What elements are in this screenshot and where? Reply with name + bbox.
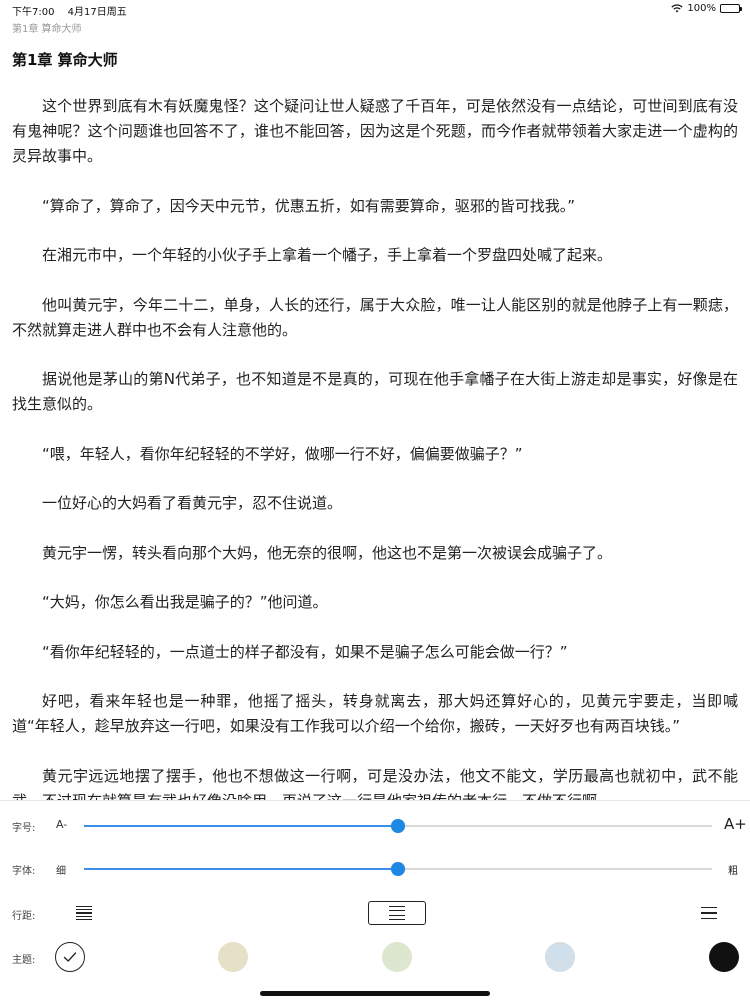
theme-row: 主题:: [0, 941, 750, 973]
paragraph: 黄元宇远远地摆了摆手，他也不想做这一行啊，可是没办法，他文不能文，学历最高也就初…: [12, 766, 738, 803]
theme-green-swatch[interactable]: [382, 942, 412, 972]
line-spacing-row: 行距:: [0, 899, 750, 927]
font-size-row: 字号: A- A+: [0, 815, 750, 834]
font-decrease-button[interactable]: A-: [56, 818, 67, 831]
font-size-slider[interactable]: [84, 819, 712, 833]
paragraph: 据说他是茅山的第N代弟子，也不知道是不是真的，可现在他手拿幡子在大街上游走却是事…: [12, 370, 738, 413]
home-indicator[interactable]: [260, 991, 490, 996]
wifi-icon: [671, 4, 684, 13]
battery-percent: 100%: [687, 3, 716, 14]
line-spacing-loose[interactable]: [680, 901, 738, 925]
font-thin-label: 细: [56, 866, 66, 877]
reading-content[interactable]: 这个世界到底有木有妖魔鬼怪？这个疑问让世人疑惑了千百年，可是依然没有一点结论，可…: [12, 94, 738, 802]
theme-beige-swatch[interactable]: [218, 942, 248, 972]
status-bar: 下午7:00 4月17日周五 100%: [0, 0, 750, 20]
line-spacing-loose-icon: [701, 907, 717, 919]
paragraph: “算命了，算命了，因今天中元节，优惠五折，如有需要算命，驱邪的皆可找我。”: [42, 196, 576, 215]
status-time: 下午7:00: [12, 7, 55, 18]
line-spacing-normal[interactable]: [368, 901, 426, 925]
line-spacing-label: 行距:: [12, 911, 36, 922]
font-weight-slider[interactable]: [84, 862, 712, 876]
paragraph: 这个世界到底有木有妖魔鬼怪？这个疑问让世人疑惑了千百年，可是依然没有一点结论，可…: [12, 97, 738, 165]
font-bold-label: 粗: [728, 866, 738, 877]
font-weight-label: 字体:: [12, 866, 36, 877]
status-date: 4月17日周五: [67, 7, 127, 18]
reader-settings-panel: 字号: A- A+ 字体: 细 粗 行距: 主题:: [0, 800, 750, 1000]
font-weight-row: 字体: 细 粗: [0, 861, 750, 877]
checkmark-icon: [63, 952, 77, 962]
theme-label: 主题:: [12, 955, 36, 966]
font-size-label: 字号:: [12, 823, 36, 834]
paragraph: 黄元宇一愣，转头看向那个大妈，他无奈的很啊，他这也不是第一次被误会成骗子了。: [42, 543, 613, 562]
font-increase-button[interactable]: A+: [724, 815, 747, 833]
paragraph: “看你年纪轻轻的，一点道士的样子都没有，如果不是骗子怎么可能会做一行？”: [42, 642, 568, 661]
font-weight-slider-thumb[interactable]: [391, 862, 405, 876]
line-spacing-compact-icon: [76, 905, 92, 921]
paragraph: 他叫黄元宇，今年二十二，单身，人长的还行，属于大众脸，唯一让人能区别的就是他脖子…: [12, 295, 738, 339]
theme-white-swatch[interactable]: [55, 942, 85, 972]
theme-blue-swatch[interactable]: [545, 942, 575, 972]
chapter-title: 第1章 算命大师: [12, 51, 118, 69]
line-spacing-compact[interactable]: [55, 901, 113, 925]
battery-icon: [720, 4, 742, 13]
paragraph: 在湘元市中，一个年轻的小伙子手上拿着一个幡子，手上拿着一个罗盘四处喊了起来。: [42, 246, 613, 264]
line-spacing-normal-icon: [389, 905, 405, 921]
theme-black-swatch[interactable]: [709, 942, 739, 972]
font-size-slider-thumb[interactable]: [391, 819, 405, 833]
paragraph: “喂，年轻人，看你年纪轻轻的不学好，做哪一行不好，偏偏要做骗子？”: [42, 444, 523, 463]
breadcrumb: 第1章 算命大师: [12, 24, 82, 35]
paragraph: 好吧，看来年轻也是一种罪，他摇了摇头，转身就离去，那大妈还算好心的，见黄元宇要走…: [12, 692, 738, 735]
paragraph: “大妈，你怎么看出我是骗子的？”他问道。: [42, 593, 328, 611]
paragraph: 一位好心的大妈看了看黄元宇，忍不住说道。: [42, 494, 343, 512]
